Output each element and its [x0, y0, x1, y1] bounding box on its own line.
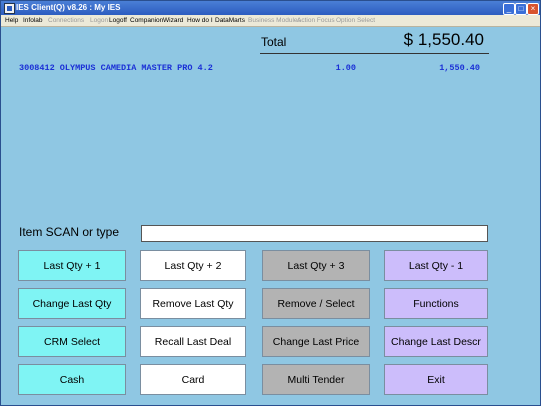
window-title: IES Client(Q) v8.26 : My IES — [16, 3, 121, 12]
menu-business-modules: Business Modules — [248, 17, 301, 24]
change-last-descr-button[interactable]: Change Last Descr — [384, 326, 488, 357]
functions-button[interactable]: Functions — [384, 288, 488, 319]
line-item-description: 3008412 OLYMPUS CAMEDIA MASTER PRO 4.2 — [19, 63, 213, 73]
menu-bar: Help Infolab Connections Logon Logoff Co… — [1, 15, 540, 27]
exit-button[interactable]: Exit — [384, 364, 488, 395]
menu-connections: Connections — [48, 17, 85, 24]
crm-select-button[interactable]: CRM Select — [18, 326, 126, 357]
last-qty-plus-3-button[interactable]: Last Qty + 3 — [262, 250, 370, 281]
cash-button[interactable]: Cash — [18, 364, 126, 395]
menu-infolab[interactable]: Infolab — [23, 15, 43, 26]
last-qty-plus-2-button[interactable]: Last Qty + 2 — [140, 250, 246, 281]
total-label: Total — [261, 35, 287, 49]
last-qty-plus-1-button[interactable]: Last Qty + 1 — [18, 250, 126, 281]
total-amount: $ 1,550.40 — [403, 30, 484, 49]
line-item-qty: 1.00 — [335, 63, 356, 73]
menu-help[interactable]: Help — [5, 15, 18, 26]
recall-last-deal-button[interactable]: Recall Last Deal — [140, 326, 246, 357]
title-bar[interactable]: IES Client(Q) v8.26 : My IES _ □ × — [1, 1, 540, 15]
scan-input[interactable] — [141, 225, 488, 242]
menu-logon: Logon — [90, 17, 109, 24]
menu-how-do-i[interactable]: How do I — [187, 15, 213, 26]
remove-select-button[interactable]: Remove / Select — [262, 288, 370, 319]
menu-action-focus: Action Focus — [297, 17, 335, 24]
close-icon[interactable]: × — [527, 3, 539, 15]
last-qty-minus-1-button[interactable]: Last Qty - 1 — [384, 250, 488, 281]
app-window: IES Client(Q) v8.26 : My IES _ □ × Help … — [0, 0, 541, 406]
change-last-qty-button[interactable]: Change Last Qty — [18, 288, 126, 319]
card-button[interactable]: Card — [140, 364, 246, 395]
line-item-amount: 1,550.40 — [439, 63, 480, 73]
change-last-price-button[interactable]: Change Last Price — [262, 326, 370, 357]
menu-logoff[interactable]: Logoff — [109, 15, 127, 26]
minimize-icon[interactable]: _ — [503, 3, 515, 15]
app-icon — [4, 3, 15, 14]
multi-tender-button[interactable]: Multi Tender — [262, 364, 370, 395]
scan-label: Item SCAN or type — [19, 225, 120, 239]
menu-option-select: Option Select — [336, 17, 376, 24]
menu-wizard[interactable]: Wizard — [163, 15, 183, 26]
maximize-icon[interactable]: □ — [515, 3, 527, 15]
menu-datamarts[interactable]: DataMarts — [215, 15, 245, 26]
menu-companion[interactable]: Companion — [130, 15, 163, 26]
remove-last-qty-button[interactable]: Remove Last Qty — [140, 288, 246, 319]
total-divider — [260, 53, 489, 54]
